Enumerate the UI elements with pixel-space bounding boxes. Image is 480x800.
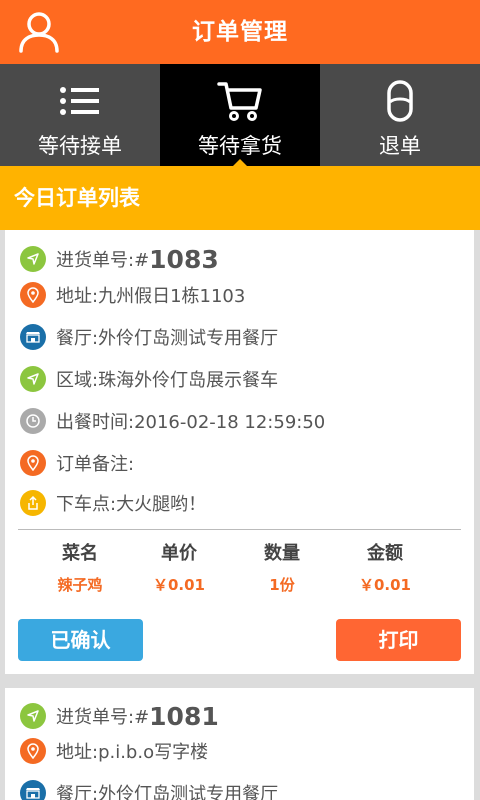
order-number: 1083 bbox=[149, 244, 219, 274]
area-row: 区域:珠海外伶仃岛展示餐车 bbox=[20, 364, 278, 394]
divider bbox=[18, 529, 461, 530]
order-address: 地址:p.i.b.o写字楼 bbox=[56, 742, 209, 763]
order-remark: 订单备注: bbox=[56, 454, 135, 475]
order-card: 进货单号:# 1083 地址:九州假日1栋1103 餐厅:外伶仃岛测试专用餐厅 … bbox=[5, 230, 474, 674]
tab-label: 等待接单 bbox=[38, 134, 122, 158]
location-pin-icon bbox=[20, 450, 46, 476]
order-card: 进货单号:# 1081 地址:p.i.b.o写字楼 餐厅:外伶仃岛测试专用餐厅 bbox=[5, 688, 474, 800]
tab-refund[interactable]: 退单 bbox=[320, 64, 480, 166]
table-header-price: 单价 bbox=[161, 543, 197, 564]
clock-icon bbox=[20, 408, 46, 434]
list-icon bbox=[60, 87, 99, 115]
navigation-icon bbox=[20, 246, 46, 272]
order-restaurant: 餐厅:外伶仃岛测试专用餐厅 bbox=[56, 784, 279, 800]
meal-time-row: 出餐时间:2016-02-18 12:59:50 bbox=[20, 406, 325, 436]
table-cell-quantity: 1份 bbox=[269, 576, 295, 594]
tab-waiting-pickup[interactable]: 等待拿货 bbox=[160, 64, 320, 167]
section-title: 今日订单列表 bbox=[14, 186, 140, 210]
order-number-row: 进货单号:# 1083 bbox=[20, 244, 219, 274]
restaurant-row: 餐厅:外伶仃岛测试专用餐厅 bbox=[20, 778, 278, 800]
table-cell-price: ￥0.01 bbox=[152, 576, 205, 594]
address-row: 地址:p.i.b.o写字楼 bbox=[20, 736, 208, 766]
order-number-label: 进货单号:# bbox=[56, 707, 150, 728]
dropoff-row: 下车点:大火腿哟！ bbox=[20, 488, 206, 518]
return-icon bbox=[387, 80, 413, 122]
location-pin-icon bbox=[20, 282, 46, 308]
restaurant-row: 餐厅:外伶仃岛测试专用餐厅 bbox=[20, 322, 278, 352]
cart-icon bbox=[217, 82, 262, 121]
tab-label: 等待拿货 bbox=[198, 134, 282, 158]
print-button[interactable]: 打印 bbox=[336, 619, 461, 661]
restaurant-icon bbox=[20, 780, 46, 800]
navigation-icon bbox=[20, 366, 46, 392]
restaurant-icon bbox=[20, 324, 46, 350]
tab-waiting-accept[interactable]: 等待接单 bbox=[0, 64, 160, 166]
confirmed-button[interactable]: 已确认 bbox=[18, 619, 143, 661]
order-number: 1081 bbox=[149, 701, 219, 731]
order-meal-time: 出餐时间:2016-02-18 12:59:50 bbox=[56, 412, 326, 433]
navigation-icon bbox=[20, 703, 46, 729]
order-status-tabs: 等待接单 等待拿货 退单 bbox=[0, 64, 480, 167]
location-pin-icon bbox=[20, 738, 46, 764]
section-header: 今日订单列表 bbox=[0, 166, 480, 230]
tab-label: 退单 bbox=[379, 134, 421, 158]
order-number-label: 进货单号:# bbox=[56, 250, 150, 271]
order-area: 区域:珠海外伶仃岛展示餐车 bbox=[56, 370, 279, 391]
share-icon bbox=[20, 490, 46, 516]
app-header: 订单管理 bbox=[0, 0, 480, 64]
page-title: 订单管理 bbox=[192, 19, 288, 45]
remark-row: 订单备注: bbox=[20, 448, 134, 478]
table-header-dish: 菜名 bbox=[62, 543, 98, 564]
order-number-row: 进货单号:# 1081 bbox=[20, 701, 219, 731]
table-header-quantity: 数量 bbox=[264, 543, 300, 564]
order-dropoff: 下车点:大火腿哟！ bbox=[56, 494, 207, 515]
table-cell-amount: ￥0.01 bbox=[358, 576, 411, 594]
table-header-amount: 金额 bbox=[367, 543, 403, 564]
address-row: 地址:九州假日1栋1103 bbox=[20, 280, 245, 310]
table-cell-dish: 辣子鸡 bbox=[57, 576, 103, 594]
order-restaurant: 餐厅:外伶仃岛测试专用餐厅 bbox=[56, 328, 279, 349]
order-address: 地址:九州假日1栋1103 bbox=[56, 286, 246, 307]
